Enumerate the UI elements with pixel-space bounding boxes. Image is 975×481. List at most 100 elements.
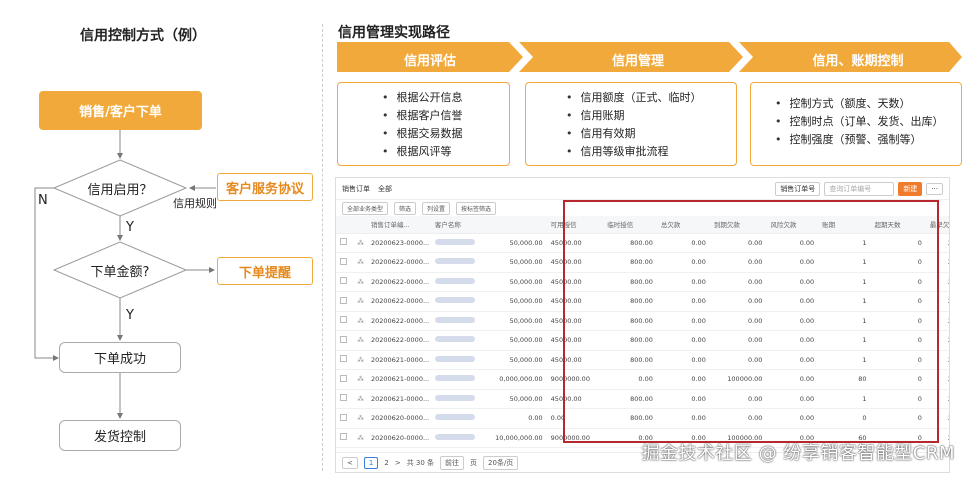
credit-limit: 50,000.00: [491, 389, 547, 409]
more-button[interactable]: ···: [926, 182, 943, 195]
row-icon: ⁂: [353, 252, 367, 273]
row-checkbox[interactable]: [336, 291, 354, 312]
order-number[interactable]: 20200622-0000...: [366, 291, 431, 312]
order-reminder-box: 下单提醒: [217, 257, 313, 285]
customer-agreement-box: 客户服务协议: [217, 173, 313, 201]
order-number[interactable]: 20200622-0000...: [366, 330, 431, 351]
card-item: 根据交易数据: [382, 125, 509, 143]
row-checkbox[interactable]: [336, 408, 354, 429]
no-label: N: [38, 193, 48, 208]
tag-filter-button[interactable]: 按标签筛选: [456, 201, 497, 215]
highlight-frame: [563, 200, 939, 443]
card-item: 信用账期: [566, 107, 736, 125]
card-manage: 信用额度（正式、临时） 信用账期 信用有效期 信用等级审批流程: [525, 82, 737, 166]
col-header[interactable]: 客户名称: [430, 216, 492, 234]
order-number[interactable]: 20200620-0000...: [366, 428, 431, 448]
tab-sales-order[interactable]: 销售订单: [342, 184, 370, 194]
columns-button[interactable]: 列设置: [422, 201, 451, 215]
row-checkbox[interactable]: [336, 369, 354, 390]
credit-limit: 50,000.00: [491, 330, 547, 351]
row-checkbox[interactable]: [336, 350, 354, 370]
step-evaluate: 信用评估: [403, 54, 456, 69]
card-item: 控制方式（额度、天数）: [775, 95, 961, 113]
credit-rule-label: 信用规则: [173, 197, 217, 210]
order-number[interactable]: 20200622-0000...: [366, 311, 431, 331]
row-checkbox[interactable]: [336, 428, 354, 448]
row-icon: ⁂: [353, 272, 367, 292]
order-number[interactable]: 20200622-0000...: [366, 272, 431, 292]
customer-name-blurred: [430, 252, 492, 273]
card-control: 控制方式（额度、天数） 控制时点（订单、发货、出库） 控制强度（预警、强制等）: [750, 82, 962, 166]
watermark: 掘金技术社区 @ 纷享销客智能型CRM: [641, 443, 955, 464]
page-1-button[interactable]: 1: [363, 456, 379, 469]
row-checkbox[interactable]: [336, 272, 354, 292]
customer-name-blurred: [430, 233, 492, 253]
card-item: 控制时点（订单、发货、出库）: [775, 113, 961, 131]
credit-limit: 50,000.00: [491, 291, 547, 312]
row-icon: ⁂: [353, 330, 367, 351]
customer-name-blurred: [430, 330, 492, 351]
yes-label-1: Y: [126, 220, 134, 235]
credit-limit: 0.00: [491, 408, 547, 429]
row-icon: ⁂: [353, 389, 367, 409]
next-page-button[interactable]: >: [395, 459, 401, 467]
step-control: 信用、账期控制: [812, 54, 904, 69]
card-evaluate: 根据公开信息 根据客户信誉 根据交易数据 根据风评等: [337, 82, 510, 166]
credit-limit: 50,000.00: [491, 350, 547, 370]
step-manage: 信用管理: [611, 54, 664, 69]
row-checkbox[interactable]: [336, 233, 354, 253]
card-item: 根据公开信息: [382, 89, 509, 107]
credit-enabled-diamond: 信用启用？: [87, 183, 153, 198]
search-scope-select[interactable]: 销售订单号: [775, 181, 821, 196]
row-checkbox[interactable]: [336, 252, 354, 273]
page-2-button[interactable]: 2: [384, 459, 388, 467]
divider: [322, 24, 323, 471]
order-number[interactable]: 20200623-0000...: [366, 233, 431, 253]
order-number[interactable]: 20200620-0000...: [366, 408, 431, 429]
row-checkbox[interactable]: [336, 389, 354, 409]
customer-name-blurred: [430, 408, 492, 429]
credit-limit: 0,000,000.00: [491, 369, 547, 390]
row-icon: ⁂: [353, 233, 367, 253]
card-item: 信用额度（正式、临时）: [566, 89, 736, 107]
order-number[interactable]: 20200621-0000...: [366, 369, 431, 390]
business-type-select[interactable]: 全部业务类型: [342, 201, 389, 215]
search-input[interactable]: 查询订单编号: [824, 181, 895, 196]
card-item: 信用等级审批流程: [566, 143, 736, 161]
col-header[interactable]: 销售订单编...: [366, 216, 431, 234]
filter-button[interactable]: 筛选: [394, 201, 417, 215]
row-icon: ⁂: [353, 369, 367, 390]
credit-limit: 50,000.00: [491, 233, 547, 253]
card-item: 根据客户信誉: [382, 107, 509, 125]
goto-input[interactable]: 前往: [440, 455, 465, 470]
row-icon: ⁂: [353, 428, 367, 448]
new-button[interactable]: 新建: [898, 181, 923, 196]
right-title: 信用管理实现路径: [338, 25, 450, 41]
row-icon: ⁂: [353, 311, 367, 331]
credit-limit: 50,000.00: [491, 311, 547, 331]
shipping-control-box: 发货控制: [59, 420, 181, 451]
credit-limit: 50,000.00: [491, 252, 547, 273]
prev-page-button[interactable]: <: [342, 456, 358, 469]
total-count: 共 30 条: [406, 458, 435, 467]
row-checkbox[interactable]: [336, 330, 354, 351]
order-number[interactable]: 20200622-0000...: [366, 252, 431, 273]
credit-limit: 10,000,000.00: [491, 428, 547, 448]
customer-name-blurred: [430, 272, 492, 292]
card-item: 控制强度（预警、强制等）: [775, 131, 961, 149]
page-size-select[interactable]: 20条/页: [483, 455, 519, 470]
row-checkbox[interactable]: [336, 311, 354, 331]
customer-name-blurred: [430, 369, 492, 390]
scope-select[interactable]: 全部: [378, 184, 392, 194]
start-box: 销售/客户下单: [39, 91, 202, 130]
customer-name-blurred: [430, 428, 492, 448]
card-item: 信用有效期: [566, 125, 736, 143]
order-number[interactable]: 20200621-0000...: [366, 389, 431, 409]
page-label: 页: [470, 458, 478, 467]
order-number[interactable]: 20200621-0000...: [366, 350, 431, 370]
row-icon: ⁂: [353, 408, 367, 429]
customer-name-blurred: [430, 389, 492, 409]
order-amount-diamond: 下单金额?: [90, 265, 150, 280]
card-item: 根据风评等: [382, 143, 509, 161]
customer-name-blurred: [430, 350, 492, 370]
